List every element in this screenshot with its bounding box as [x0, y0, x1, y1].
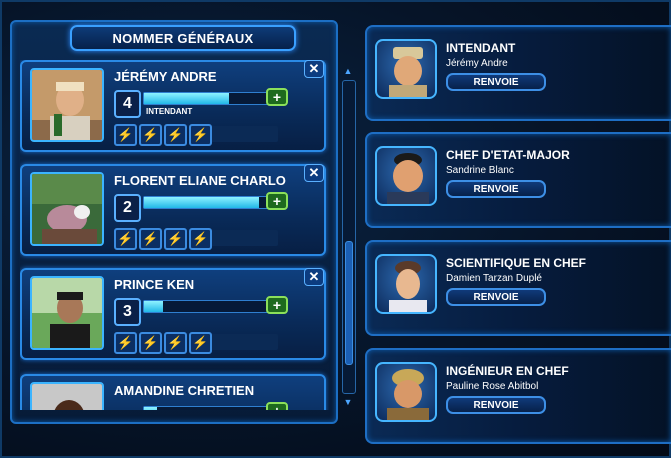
general-level: 4: [114, 90, 141, 118]
role-portrait: [375, 254, 437, 314]
general-name: AMANDINE CHRETIEN: [114, 383, 255, 398]
xp-bar-fill: [144, 197, 259, 208]
plus-button[interactable]: +: [266, 88, 288, 106]
skill-track: [208, 126, 278, 142]
xp-bar: [143, 196, 270, 209]
xp-bar-fill: [144, 93, 229, 104]
xp-bar: [143, 92, 270, 105]
dismiss-button[interactable]: RENVOIE: [446, 396, 546, 414]
general-name: FLORENT ELIANE CHARLO: [114, 173, 286, 188]
scroll-down-arrow-icon[interactable]: ▼: [341, 397, 355, 407]
role-title: SCIENTIFIQUE EN CHEF: [446, 256, 587, 270]
skill-slots: ⚡ ⚡ ⚡ ⚡: [114, 124, 212, 146]
role-holder: Sandrine Blanc: [446, 165, 514, 176]
lightning-icon[interactable]: ⚡: [164, 228, 187, 250]
role-holder: Jérémy Andre: [446, 58, 508, 69]
close-icon[interactable]: ✕: [304, 268, 324, 286]
skill-slots: ⚡ ⚡ ⚡ ⚡: [114, 228, 212, 250]
role-portrait: [375, 362, 437, 422]
role-card-chief-scientist: SCIENTIFIQUE EN CHEF Damien Tarzan Duplé…: [365, 240, 671, 336]
lightning-icon[interactable]: ⚡: [139, 332, 162, 354]
role-portrait: [375, 39, 437, 99]
lightning-icon[interactable]: ⚡: [139, 228, 162, 250]
lightning-icon[interactable]: ⚡: [189, 228, 212, 250]
xp-bar: [143, 406, 270, 410]
general-card-3[interactable]: PRINCE KEN 3 + ⚡ ⚡ ⚡ ⚡ ✕: [20, 268, 326, 360]
role-portrait: [375, 146, 437, 206]
panel-title: NOMMER GÉNÉRAUX: [70, 25, 296, 51]
general-name: PRINCE KEN: [114, 277, 195, 292]
general-level: 2: [114, 194, 141, 222]
role-holder: Damien Tarzan Duplé: [446, 273, 542, 284]
xp-bar-fill: [144, 301, 163, 312]
general-card-2[interactable]: FLORENT ELIANE CHARLO 2 + ⚡ ⚡ ⚡ ⚡ ✕: [20, 164, 326, 256]
lightning-icon[interactable]: ⚡: [114, 228, 137, 250]
plus-button[interactable]: +: [266, 402, 288, 410]
assigned-role-label: INTENDANT: [146, 107, 193, 116]
scrollbar-thumb[interactable]: [345, 241, 353, 365]
plus-button[interactable]: +: [266, 192, 288, 210]
role-title: INGÉNIEUR EN CHEF: [446, 364, 569, 378]
role-card-intendant: INTENDANT Jérémy Andre RENVOIE: [365, 25, 671, 121]
role-title: INTENDANT: [446, 41, 516, 55]
dismiss-button[interactable]: RENVOIE: [446, 180, 546, 198]
lightning-icon[interactable]: ⚡: [114, 124, 137, 146]
general-name: JÉRÉMY ANDRE: [114, 69, 217, 84]
general-portrait: [30, 276, 104, 350]
role-card-chief-of-staff: CHEF D'ETAT-MAJOR Sandrine Blanc RENVOIE: [365, 132, 671, 228]
xp-bar-fill: [144, 407, 157, 410]
lightning-icon[interactable]: ⚡: [164, 124, 187, 146]
lightning-icon[interactable]: ⚡: [139, 124, 162, 146]
dismiss-button[interactable]: RENVOIE: [446, 73, 546, 91]
role-title: CHEF D'ETAT-MAJOR: [446, 148, 570, 162]
close-icon[interactable]: ✕: [304, 164, 324, 182]
scroll-up-arrow-icon[interactable]: ▲: [341, 66, 355, 76]
general-portrait: [30, 382, 104, 410]
dismiss-button[interactable]: RENVOIE: [446, 288, 546, 306]
role-card-chief-engineer: INGÉNIEUR EN CHEF Pauline Rose Abitbol R…: [365, 348, 671, 444]
general-portrait: [30, 172, 104, 246]
role-holder: Pauline Rose Abitbol: [446, 381, 539, 392]
lightning-icon[interactable]: ⚡: [164, 332, 187, 354]
lightning-icon[interactable]: ⚡: [189, 124, 212, 146]
general-card-1[interactable]: JÉRÉMY ANDRE 4 + INTENDANT ⚡ ⚡ ⚡ ⚡ ✕: [20, 60, 326, 152]
skill-slots: ⚡ ⚡ ⚡ ⚡: [114, 332, 212, 354]
generals-list: JÉRÉMY ANDRE 4 + INTENDANT ⚡ ⚡ ⚡ ⚡ ✕ FLO…: [20, 60, 332, 410]
skill-track: [208, 230, 278, 246]
general-card-4[interactable]: AMANDINE CHRETIEN +: [20, 374, 326, 410]
lightning-icon[interactable]: ⚡: [114, 332, 137, 354]
xp-bar: [143, 300, 270, 313]
general-portrait: [30, 68, 104, 142]
close-icon[interactable]: ✕: [304, 60, 324, 78]
scrollbar-track[interactable]: [342, 80, 356, 394]
plus-button[interactable]: +: [266, 296, 288, 314]
skill-track: [208, 334, 278, 350]
lightning-icon[interactable]: ⚡: [189, 332, 212, 354]
general-level: 3: [114, 298, 141, 326]
